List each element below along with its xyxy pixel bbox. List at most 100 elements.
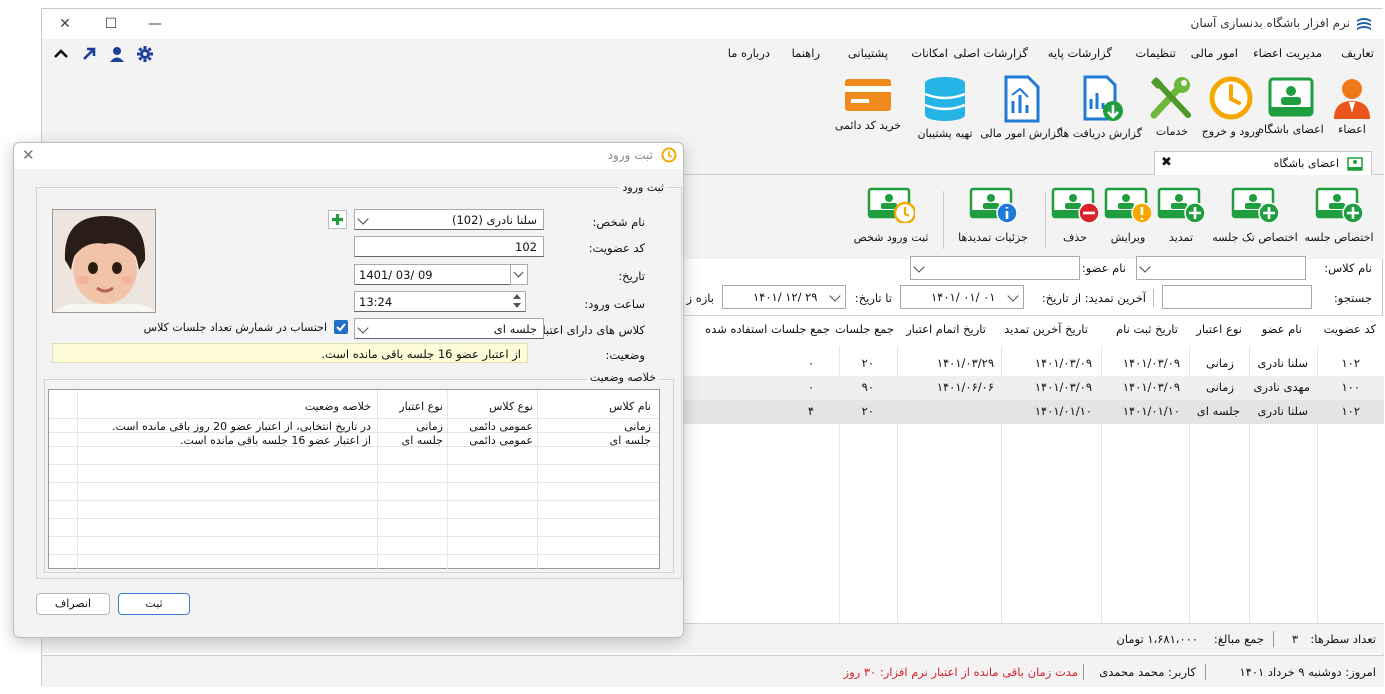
toolbar-label: اختصاص جلسه (1304, 231, 1374, 244)
member-name-combo[interactable] (910, 256, 1080, 280)
minimize-window-button[interactable]: — (142, 13, 168, 35)
summary-groupbox-title: خلاصه وضعیت (586, 371, 659, 384)
plus-icon (332, 214, 343, 225)
ribbon-services-button[interactable]: خدمات (1144, 69, 1200, 143)
menu-support[interactable]: پشتیبانی (848, 46, 888, 60)
dialog-title-bar: ثبت ورود ✕ (14, 143, 683, 169)
submit-button[interactable]: ثبت (118, 593, 190, 615)
class-name-combo[interactable] (1136, 256, 1306, 280)
to-date-picker[interactable]: ۱۴۰۱/ ۱۲/ ۲۹ (722, 285, 846, 309)
summary-grid: نام کلاس نوع کلاس نوع اعتبار خلاصه وضعیت… (48, 389, 660, 570)
edit-button[interactable]: ویرایش (1102, 187, 1154, 255)
add-person-button[interactable] (328, 210, 347, 229)
chevron-down-icon (357, 322, 369, 334)
menu-basic-reports[interactable]: گزارشات پایه (1048, 46, 1112, 60)
entry-time-field[interactable]: 13:24 (354, 291, 526, 312)
count-sessions-checkbox[interactable] (334, 320, 348, 334)
summary-cell-status: در تاریخ انتخابی، از اعتبار عضو 20 روز ب… (111, 420, 371, 433)
license-remaining: مدت زمان باقی مانده از اعتبار نرم افزار:… (843, 665, 1078, 679)
register-person-entry-button[interactable]: ثبت ورود شخص (846, 187, 936, 255)
menu-help[interactable]: راهنما (792, 46, 820, 60)
renew-details-icon (969, 187, 1017, 223)
col-header-register-date[interactable]: تاریخ ثبت نام (1116, 322, 1178, 336)
summary-cell-class-type: عمومی دائمی (469, 434, 533, 447)
menu-about[interactable]: درباره ما (728, 46, 770, 60)
chevron-down-icon (1007, 290, 1019, 302)
external-link-icon[interactable] (80, 45, 98, 63)
cell-credit-type: جلسه ای (1196, 404, 1240, 418)
col-header-used-sessions[interactable]: جمع جلسات استفاده شده (705, 322, 830, 336)
from-date-picker[interactable]: ۱۴۰۱/ ۰۱/ ۰۱ (900, 285, 1024, 309)
grid-line (49, 554, 659, 555)
delete-icon (1051, 187, 1099, 223)
summary-col-credit-type[interactable]: نوع اعتبار (399, 400, 443, 413)
ribbon-buy-license-button[interactable]: خرید کد دائمی (830, 69, 906, 143)
tab-club-members[interactable]: اعضای باشگاه ✖ (1154, 151, 1372, 176)
ribbon-entry-exit-button[interactable]: ورود و خروج (1200, 69, 1262, 143)
ribbon-members-button[interactable]: اعضاء (1326, 69, 1378, 143)
close-window-button[interactable]: ✕ (52, 13, 78, 35)
member-code-field[interactable]: 102 (354, 236, 544, 257)
col-header-member-name[interactable]: نام عضو (1262, 322, 1302, 336)
col-header-last-renew-date[interactable]: تاریخ آخرین تمدید (1004, 322, 1088, 336)
gear-icon[interactable] (136, 45, 154, 63)
card-icon (845, 79, 891, 111)
summary-col-class-type[interactable]: نوع کلاس (489, 400, 533, 413)
maximize-window-button[interactable]: ☐ (98, 13, 124, 35)
members-tab-icon (1347, 157, 1363, 171)
renew-details-button[interactable]: جزئیات تمدیدها (948, 187, 1038, 255)
row-count-label: تعداد سطرها: (1310, 632, 1376, 646)
member-photo (52, 209, 156, 313)
summary-col-status[interactable]: خلاصه وضعیت (305, 400, 371, 413)
tab-close-icon[interactable]: ✖ (1161, 155, 1172, 170)
member-photo-image (53, 210, 155, 312)
col-header-credit-type[interactable]: نوع اعتبار (1196, 322, 1242, 336)
toolbar-separator (943, 191, 944, 249)
spin-down-icon[interactable] (513, 303, 521, 308)
date-dropdown-button[interactable] (510, 264, 528, 285)
user-icon[interactable] (108, 45, 126, 63)
col-header-credit-end-date[interactable]: تاریخ اتمام اعتبار (906, 322, 986, 336)
person-name-combo[interactable]: سلنا نادری (102) (354, 209, 544, 230)
cell-name: سلنا نادری (1257, 356, 1308, 370)
chevron-down-icon (513, 267, 524, 278)
renew-button[interactable]: تمدید (1156, 187, 1206, 255)
summary-col-class-name[interactable]: نام کلاس (609, 400, 651, 413)
assign-single-session-button[interactable]: اختصاص تک جلسه (1210, 187, 1300, 255)
filter-separator (1153, 289, 1154, 307)
menu-finance[interactable]: امور مالی (1191, 46, 1238, 60)
dialog-close-icon[interactable]: ✕ (22, 146, 35, 164)
delete-button[interactable]: حذف (1050, 187, 1100, 255)
ribbon-receipts-report-button[interactable]: گزارش دریافت ها (1060, 69, 1142, 143)
cell-total-sessions: ۹۰ (861, 380, 874, 394)
member-code-value: 102 (515, 240, 537, 254)
search-input[interactable] (1162, 285, 1312, 309)
collapse-ribbon-icon[interactable] (52, 45, 70, 63)
credit-classes-combo[interactable]: جلسه ای (354, 318, 544, 339)
col-header-member-code[interactable]: کد عضویت (1324, 322, 1376, 336)
ribbon-backup-button[interactable]: تهیه پشتیبان (908, 69, 982, 143)
summary-cell-credit-type: جلسه ای (401, 434, 443, 447)
ribbon: اعضاء اعضای باشگاه ورود و خروج خدمات گزا… (42, 67, 1384, 145)
summary-cell-credit-type: زمانی (416, 420, 443, 433)
cell-total-sessions: ۲۰ (861, 404, 874, 418)
menu-bar: تعاریف مدیریت اعضاء امور مالی تنظیمات گز… (42, 39, 1384, 67)
spin-up-icon[interactable] (513, 294, 521, 299)
assign-session-button[interactable]: اختصاص جلسه (1304, 187, 1374, 255)
cancel-button[interactable]: انصراف (36, 593, 110, 615)
date-field[interactable]: 1401/ 03/ 09 (354, 264, 528, 285)
menu-settings[interactable]: تنظیمات (1135, 46, 1176, 60)
ribbon-finance-report-button[interactable]: گزارش امور مالی (980, 69, 1062, 143)
menu-main-reports[interactable]: گزارشات اصلی (953, 46, 1028, 60)
col-header-total-sessions[interactable]: جمع جلسات (835, 322, 894, 336)
status-label: وضعیت: (605, 348, 645, 362)
cell-credit-type: زمانی (1205, 380, 1234, 394)
today-date: امروز: دوشنبه ۹ خرداد ۱۴۰۱ (1239, 665, 1376, 679)
ribbon-club-members-button[interactable]: اعضای باشگاه (1256, 69, 1326, 143)
menu-features[interactable]: امکانات (911, 46, 948, 60)
from-date-value: ۱۴۰۱/ ۰۱/ ۰۱ (931, 290, 996, 304)
grid-line (447, 390, 448, 570)
menu-member-management[interactable]: مدیریت اعضاء (1253, 46, 1322, 60)
time-spinner[interactable] (510, 291, 524, 312)
menu-definitions[interactable]: تعاریف (1341, 46, 1374, 60)
